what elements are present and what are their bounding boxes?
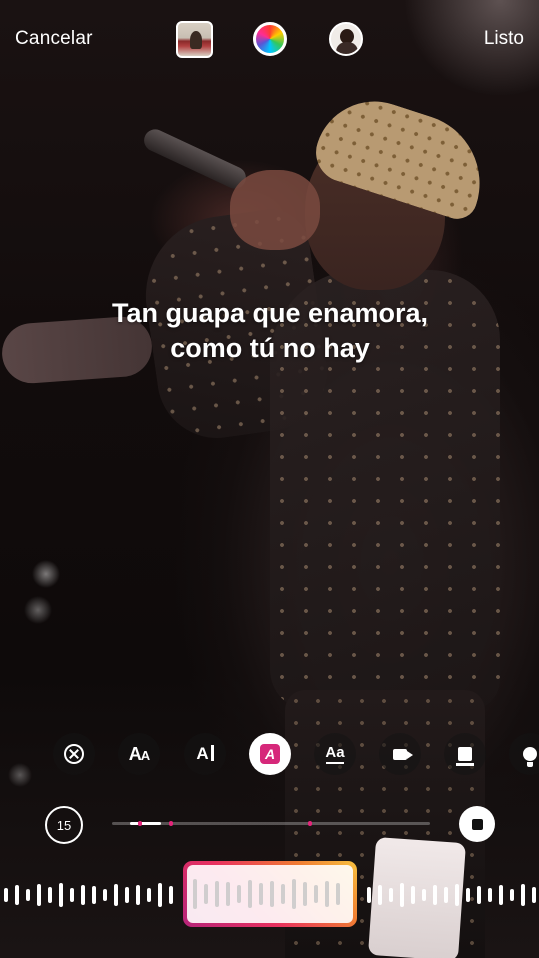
card-icon	[456, 747, 474, 766]
highlight-style-button[interactable]: A	[249, 733, 291, 775]
lyric-marker	[308, 821, 312, 826]
lyric-marker	[169, 821, 173, 826]
waveform-bar	[103, 889, 107, 901]
waveform-bar	[510, 889, 514, 901]
photo-background	[0, 0, 539, 958]
waveform-bar	[499, 885, 503, 905]
waveform-bar	[248, 880, 252, 908]
underline-text-button[interactable]: Aa	[314, 733, 356, 775]
waveform-bar	[466, 888, 470, 902]
remove-style-button[interactable]	[53, 733, 95, 775]
progress-track[interactable]	[112, 821, 430, 826]
waveform-bar	[521, 884, 525, 906]
waveform-bar	[26, 889, 30, 901]
lyrics-style-toolbar: AA A A Aa	[0, 733, 539, 777]
top-bar: Cancelar Listo	[0, 0, 539, 80]
waveform-bar	[136, 885, 140, 905]
waveform-bar	[158, 883, 162, 907]
waveform-bar	[37, 884, 41, 906]
album-thumbnail-icon[interactable]	[176, 21, 213, 58]
clip-selector[interactable]	[183, 861, 357, 927]
cancel-button[interactable]: Cancelar	[15, 28, 93, 50]
avatar-shoulders	[336, 42, 358, 54]
waveform-bar	[367, 887, 371, 903]
color-wheel-icon[interactable]	[253, 22, 287, 56]
waveform-bar	[455, 884, 459, 906]
waveform-bar	[314, 885, 318, 903]
profile-avatar-icon[interactable]	[329, 22, 363, 56]
waveform-bar	[532, 887, 536, 903]
stop-icon	[471, 818, 483, 830]
waveform-bar	[70, 888, 74, 902]
underline-text-icon: Aa	[325, 745, 345, 764]
waveform-bar	[259, 883, 263, 905]
waveform-bar	[147, 888, 151, 902]
lyric-marker	[138, 821, 142, 826]
waveform-bar	[477, 886, 481, 904]
waveform-bar	[270, 881, 274, 907]
waveform-bar	[433, 885, 437, 905]
text-size-button[interactable]: AA	[118, 733, 160, 775]
waveform-bar	[336, 883, 340, 905]
stop-button[interactable]	[459, 806, 495, 842]
bulb-style-button[interactable]	[509, 733, 539, 775]
waveform-bar	[325, 881, 329, 907]
waveform-bar	[169, 886, 173, 904]
waveform-bar	[215, 881, 219, 907]
video-style-button[interactable]	[379, 733, 421, 775]
video-icon	[393, 748, 413, 760]
card-style-button[interactable]	[444, 733, 486, 775]
duration-button[interactable]: 15	[45, 806, 83, 844]
waveform-bar	[488, 888, 492, 902]
waveform-bar	[400, 883, 404, 907]
text-cursor-icon: A	[196, 744, 214, 764]
waveform-bar	[444, 887, 448, 903]
bulb-icon	[523, 747, 537, 767]
waveform-bar	[193, 879, 197, 909]
text-size-icon: AA	[128, 743, 150, 764]
waveform-bar	[378, 885, 382, 905]
performer-mic-hand	[230, 170, 320, 250]
waveform-bar	[281, 884, 285, 904]
done-button[interactable]: Listo	[484, 28, 524, 50]
waveform-bar	[226, 882, 230, 906]
waveform-bar	[303, 882, 307, 906]
close-circle-icon	[64, 744, 84, 764]
microphone	[140, 125, 250, 193]
waveform-bar	[125, 887, 129, 903]
waveform-bar	[389, 888, 393, 902]
waveform-bar	[204, 884, 208, 904]
progress-fill	[129, 822, 161, 825]
waveform-bar	[114, 884, 118, 906]
waveform-bar	[422, 889, 426, 901]
highlight-style-icon: A	[260, 744, 280, 764]
waveform-bar	[4, 888, 8, 902]
waveform-bar	[59, 883, 63, 907]
waveform-bar	[81, 885, 85, 905]
waveform-bar	[292, 879, 296, 909]
text-cursor-button[interactable]: A	[184, 733, 226, 775]
waveform-bar	[237, 885, 241, 903]
clip-selector-window	[187, 865, 353, 923]
waveform-bar	[92, 886, 96, 904]
waveform-bar	[15, 885, 19, 905]
waveform-bar	[48, 887, 52, 903]
lyrics-text[interactable]: Tan guapa que enamora, como tú no hay	[90, 296, 450, 366]
waveform-bar	[411, 886, 415, 904]
